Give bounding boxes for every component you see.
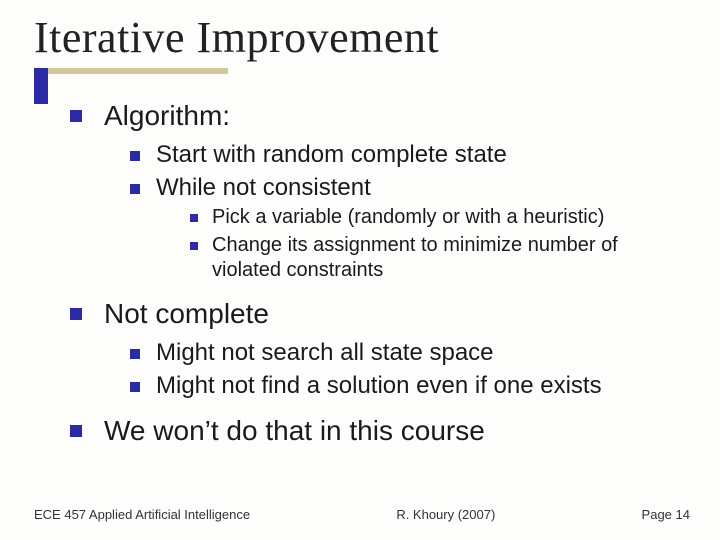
bullet-text: Algorithm: xyxy=(104,98,230,134)
footer-left: ECE 457 Applied Artificial Intelligence xyxy=(34,507,250,522)
bullet-icon xyxy=(190,242,198,250)
bullet-lvl2: Start with random complete state xyxy=(130,140,690,171)
bullet-lvl2: Might not search all state space xyxy=(130,338,690,369)
accent-underline xyxy=(48,68,228,74)
bullet-text: Pick a variable (randomly or with a heur… xyxy=(212,205,604,231)
title-block: Iterative Improvement xyxy=(34,12,439,63)
bullet-lvl3: Pick a variable (randomly or with a heur… xyxy=(190,205,690,231)
bullet-text: While not consistent xyxy=(156,173,371,204)
bullet-text: Start with random complete state xyxy=(156,140,507,171)
bullet-icon xyxy=(70,308,82,320)
bullet-icon xyxy=(130,382,140,392)
bullet-text: Might not search all state space xyxy=(156,338,494,369)
bullet-text: Change its assignment to minimize number… xyxy=(212,233,690,284)
bullet-lvl2: While not consistent xyxy=(130,173,690,204)
bullet-lvl1: Not complete xyxy=(70,296,690,332)
footer-center: R. Khoury (2007) xyxy=(396,507,495,522)
footer: ECE 457 Applied Artificial Intelligence … xyxy=(34,507,690,522)
bullet-icon xyxy=(130,184,140,194)
bullet-text: Not complete xyxy=(104,296,269,332)
bullet-icon xyxy=(70,110,82,122)
bullet-lvl1: We won’t do that in this course xyxy=(70,413,690,449)
bullet-icon xyxy=(190,214,198,222)
bullet-lvl1: Algorithm: xyxy=(70,98,690,134)
slide-title: Iterative Improvement xyxy=(34,12,439,63)
bullet-lvl2: Might not find a solution even if one ex… xyxy=(130,371,690,402)
bullet-icon xyxy=(70,425,82,437)
bullet-text: Might not find a solution even if one ex… xyxy=(156,371,602,402)
slide: Iterative Improvement Algorithm: Start w… xyxy=(0,0,720,540)
footer-right: Page 14 xyxy=(642,507,690,522)
bullet-lvl3: Change its assignment to minimize number… xyxy=(190,233,690,284)
content: Algorithm: Start with random complete st… xyxy=(70,98,690,455)
bullet-icon xyxy=(130,349,140,359)
bullet-text: We won’t do that in this course xyxy=(104,413,485,449)
accent-bar xyxy=(34,68,48,104)
bullet-icon xyxy=(130,151,140,161)
